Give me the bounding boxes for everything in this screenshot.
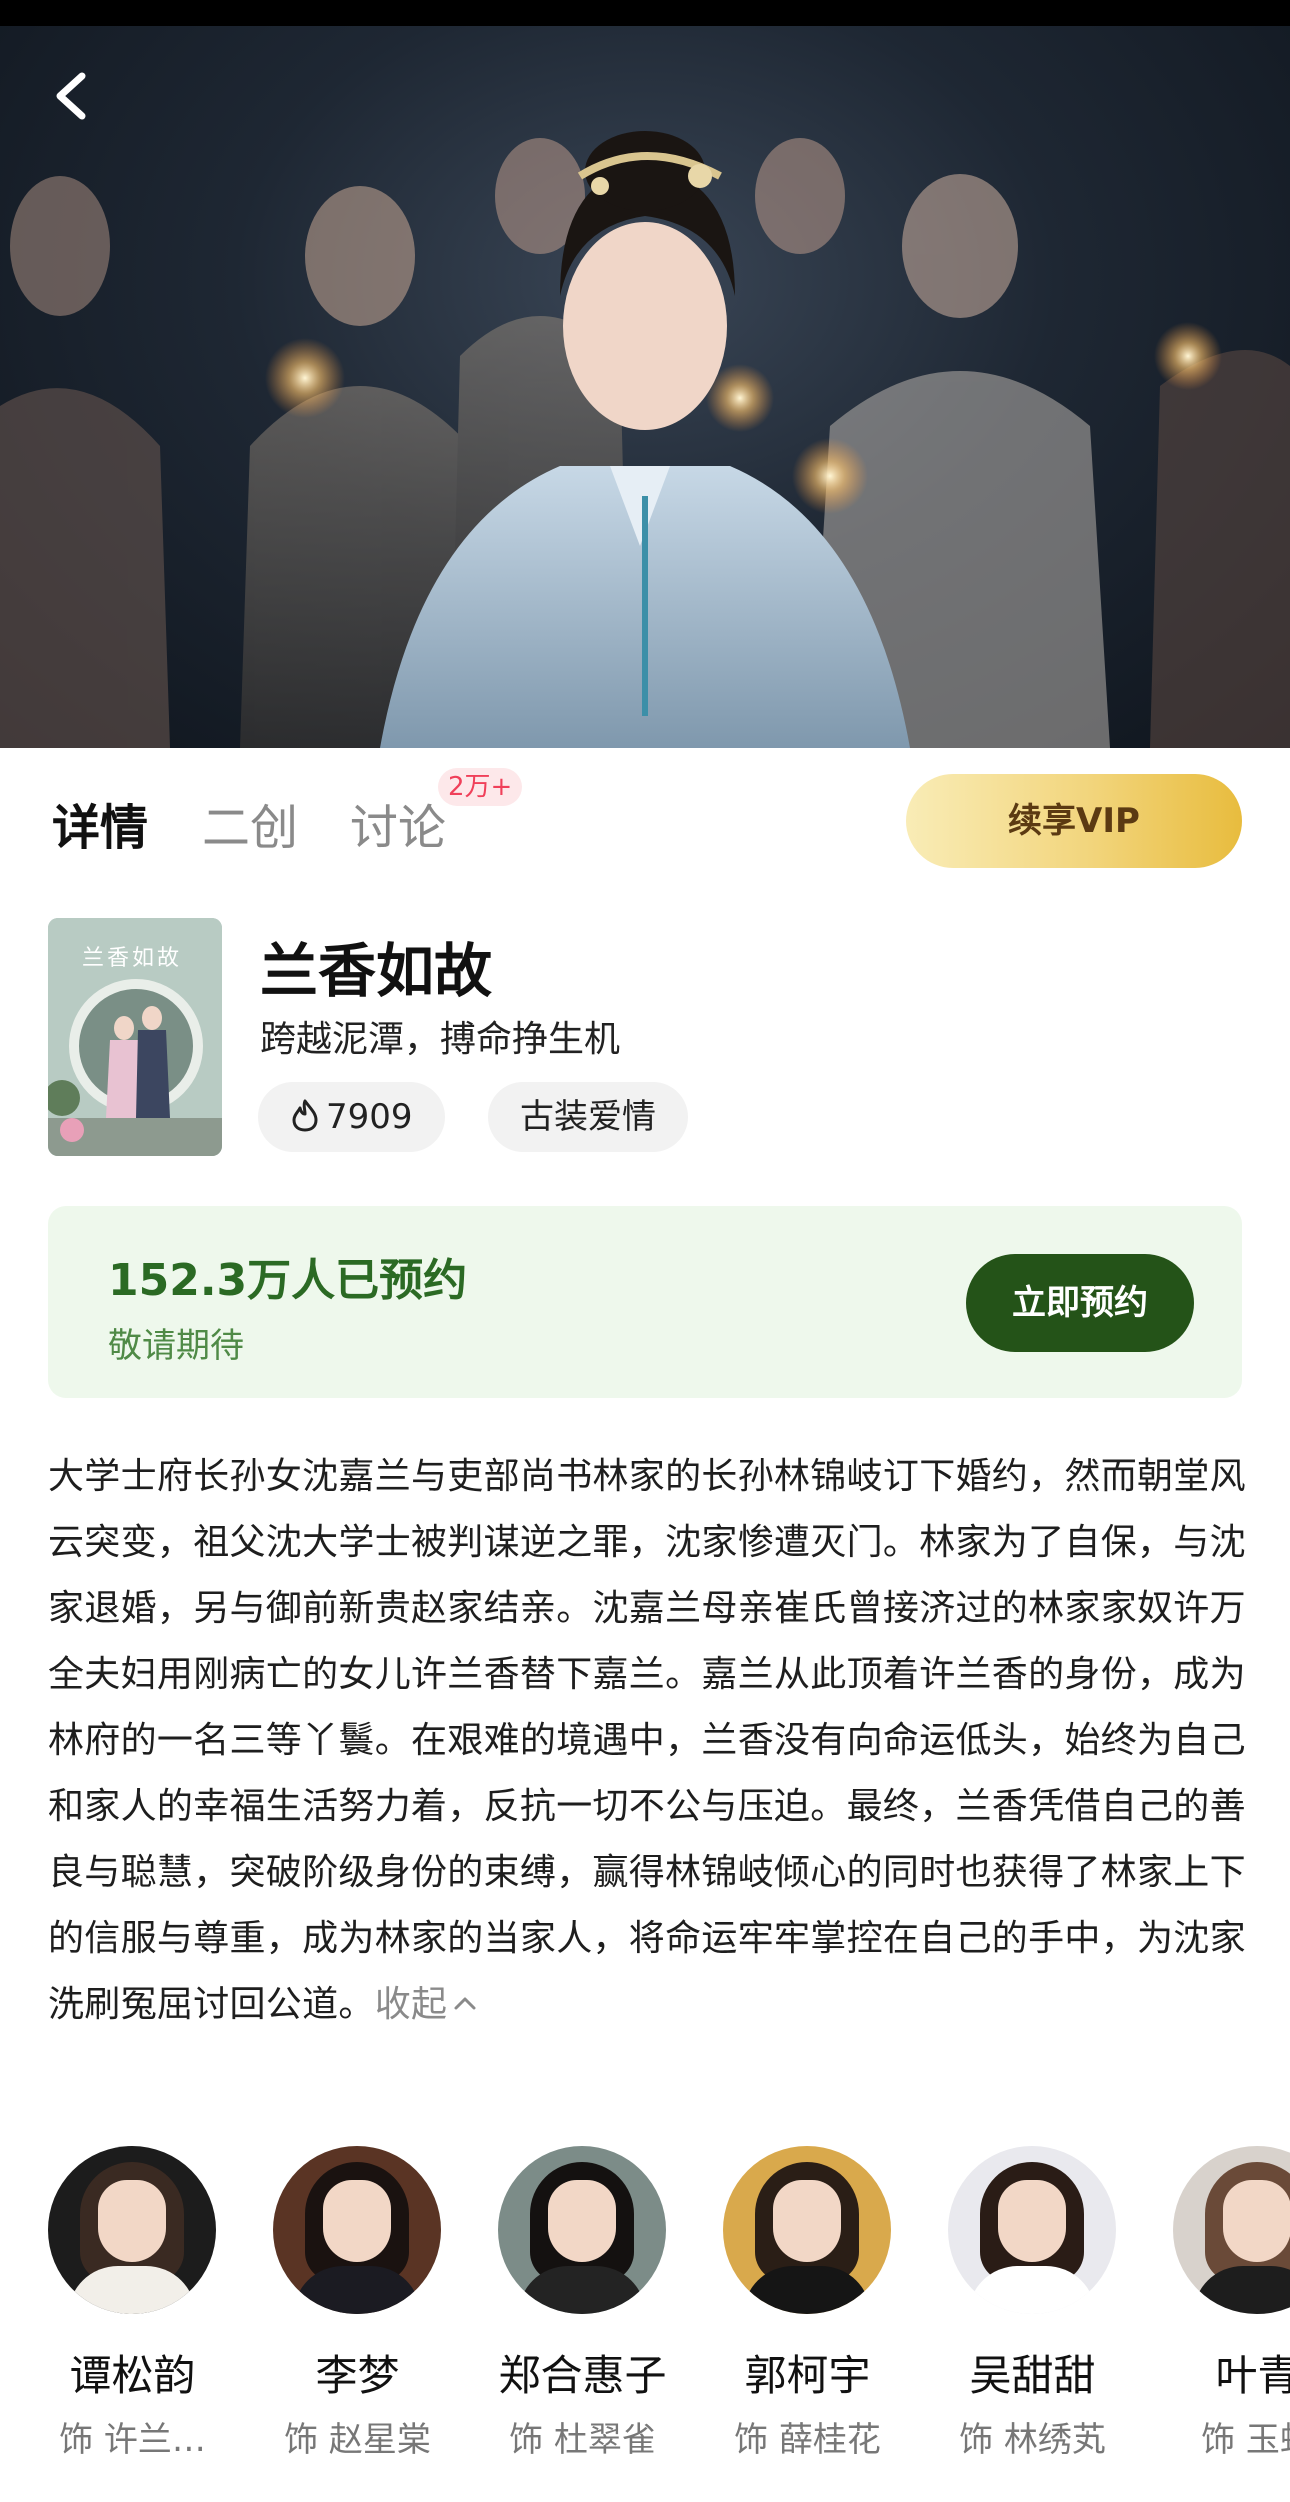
cast-name: 叶青 xyxy=(1215,2351,1290,2400)
cast-avatar[interactable] xyxy=(948,2146,1116,2314)
cast-role: 饰 玉蚌 xyxy=(1201,2420,1290,2460)
cast-role: 饰 赵星棠 xyxy=(284,2420,431,2460)
reservation-card: 152.3万人已预约 敬请期待 立即预约 xyxy=(48,1206,1242,1398)
genre-pill[interactable]: 古装爱情 xyxy=(488,1082,688,1152)
cast-avatar[interactable] xyxy=(1173,2146,1290,2314)
cast-role: 饰 杜翠雀 xyxy=(509,2420,656,2460)
tab-bar: 详情 二创 讨论 2万+ 续享VIP xyxy=(0,748,1290,898)
back-button[interactable] xyxy=(44,66,100,126)
show-poster[interactable]: 兰香如故 xyxy=(48,918,222,1156)
synopsis: 大学士府长孙女沈嘉兰与吏部尚书林家的长孙林锦岐订下婚约，然而朝堂风云突变，祖父沈… xyxy=(48,1444,1248,2038)
heat-value: 7909 xyxy=(326,1097,413,1137)
show-subtitle: 跨越泥潭，搏命挣生机 xyxy=(260,1019,621,1060)
show-title: 兰香如故 xyxy=(260,937,493,1005)
cast-name: 谭松韵 xyxy=(69,2351,196,2400)
cast-role: 饰 薛桂花 xyxy=(734,2420,881,2460)
chevron-up-icon xyxy=(454,1997,476,2010)
poster-title: 兰香如故 xyxy=(82,946,183,971)
cast-avatar[interactable] xyxy=(498,2146,666,2314)
cast-role: 饰 许兰… xyxy=(59,2420,206,2460)
chevron-left-icon xyxy=(56,72,86,120)
cast-avatar[interactable] xyxy=(48,2146,216,2314)
hero-scene-illustration xyxy=(0,131,1290,748)
cast-name: 李梦 xyxy=(315,2351,400,2400)
reserve-now-button[interactable]: 立即预约 xyxy=(966,1254,1194,1352)
synopsis-text: 大学士府长孙女沈嘉兰与吏部尚书林家的长孙林锦岐订下婚约，然而朝堂风云突变，祖父沈… xyxy=(48,1456,1246,2025)
tab-details[interactable]: 详情 xyxy=(52,788,148,858)
renew-vip-button[interactable]: 续享VIP xyxy=(906,774,1242,868)
cast-avatar[interactable] xyxy=(273,2146,441,2314)
reservation-count: 152.3万人已预约 xyxy=(108,1255,468,1306)
collapse-label: 收起 xyxy=(374,1984,448,2025)
cast-list[interactable]: 谭松韵 饰 许兰… 李梦 饰 赵星棠 郑合惠子 饰 杜翠雀 郭柯宇 饰 薛桂花 … xyxy=(0,2146,1290,2502)
discussion-count-badge: 2万+ xyxy=(438,768,523,806)
cast-name: 郑合惠子 xyxy=(498,2351,667,2400)
cast-name: 郭柯宇 xyxy=(744,2351,871,2400)
tab-discussion[interactable]: 讨论 xyxy=(350,788,446,858)
collapse-link[interactable]: 收起 xyxy=(375,1984,480,2025)
cast-avatar[interactable] xyxy=(723,2146,891,2314)
flame-icon xyxy=(292,1099,318,1132)
cast-name: 吴甜甜 xyxy=(969,2351,1096,2400)
cast-role: 饰 林绣芄 xyxy=(959,2420,1106,2460)
heat-pill[interactable]: 7909 xyxy=(258,1082,445,1152)
tab-fan-creations[interactable]: 二创 xyxy=(202,788,298,858)
hero-video-still[interactable] xyxy=(0,26,1290,748)
status-bar xyxy=(0,0,1290,26)
reservation-note: 敬请期待 xyxy=(108,1326,244,1366)
